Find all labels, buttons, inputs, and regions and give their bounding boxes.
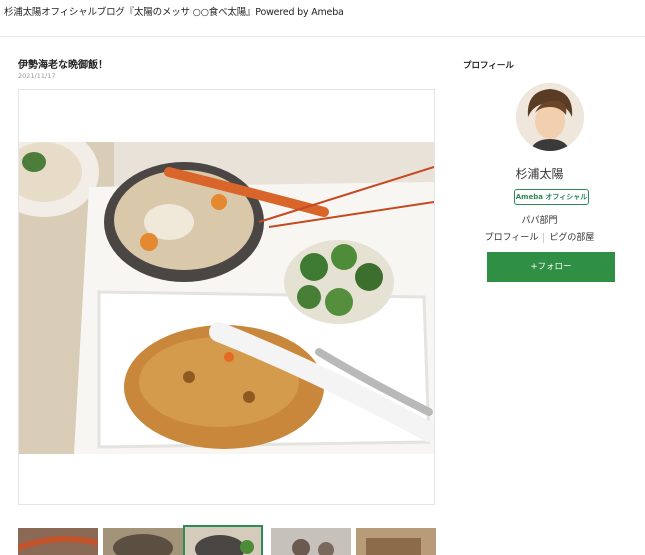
pigg-room-link[interactable]: ピグの部屋 [549,233,594,243]
thumbnail-5[interactable] [356,528,436,555]
entry-date: 2021/11/17 [18,72,56,80]
thumbnail-2[interactable] [103,528,183,555]
site-title[interactable]: 杉浦太陽オフィシャルブログ『太陽のメッサ ○○食べ太陽』Powered by A… [4,4,344,18]
dinner-photo[interactable] [19,142,434,454]
profile-link[interactable]: プロフィール [485,233,539,243]
profile-links: プロフィール ピグの部屋 [463,230,616,243]
photo-frame [18,89,435,505]
author-name[interactable]: 杉浦太陽 [463,165,616,182]
thumbnail-3-selected[interactable] [183,525,263,555]
author-avatar[interactable] [516,83,584,151]
thumbnail-4[interactable] [271,528,351,555]
official-badge: Ameba オフィシャル [514,189,589,205]
link-divider [543,232,545,243]
entry-title[interactable]: 伊勢海老な晩御飯！ [18,56,108,71]
thumbnail-1[interactable] [18,528,98,555]
site-header: 杉浦太陽オフィシャルブログ『太陽のメッサ ○○食べ太陽』Powered by A… [0,0,645,37]
photo-thumbnail-strip [18,520,438,555]
profile-section-title: プロフィール [463,61,514,71]
follow-button[interactable]: +フォロー [487,252,615,282]
category-label[interactable]: パパ部門 [463,213,616,226]
